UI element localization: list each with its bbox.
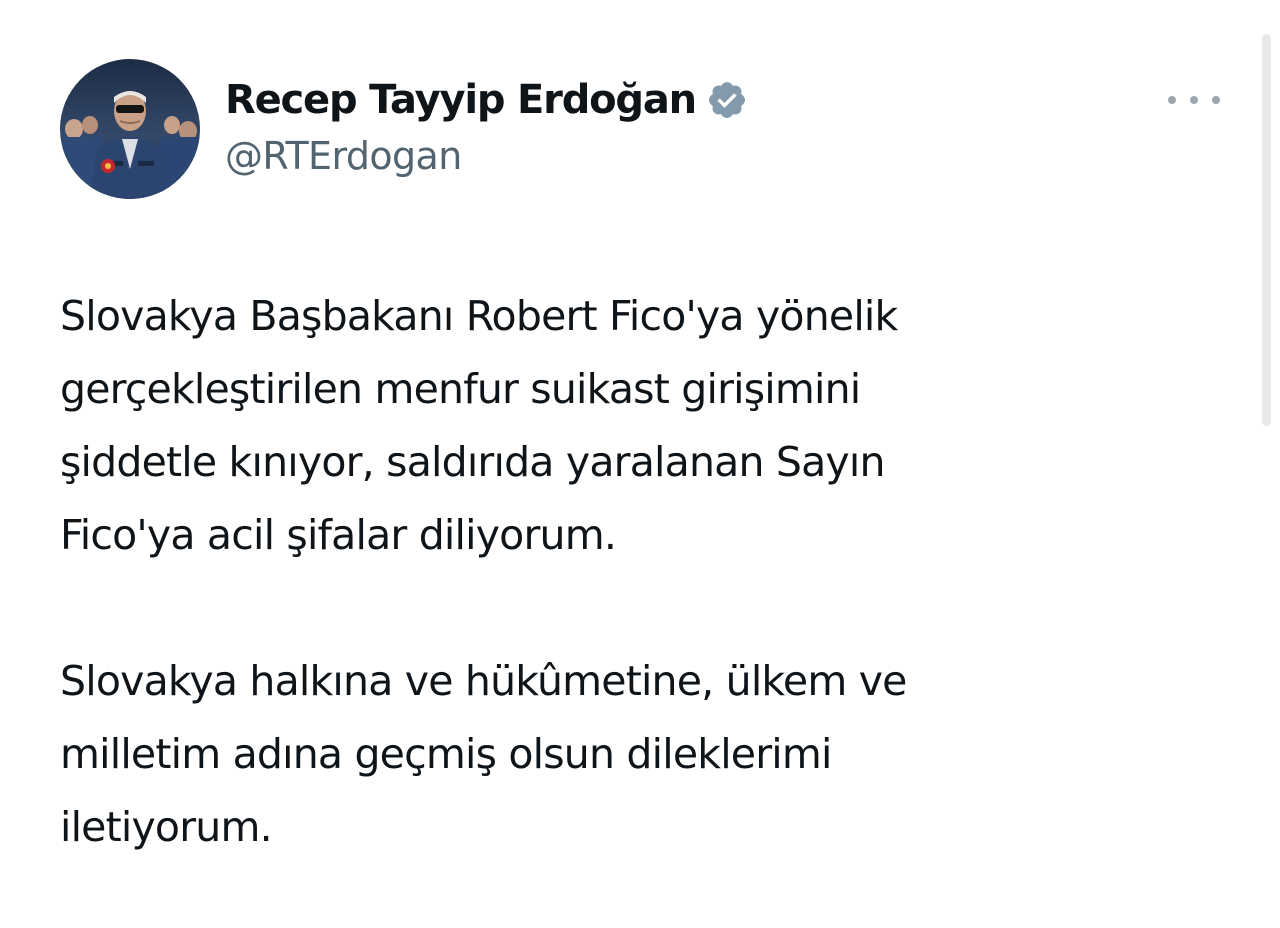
tweet-line: milletim adına geçmiş olsun dileklerimi (60, 730, 832, 778)
tweet-text: Slovakya Başbakanı Robert Fico'ya yöneli… (60, 280, 1160, 864)
avatar[interactable] (60, 59, 200, 199)
user-handle[interactable]: @RTErdogan (225, 134, 462, 178)
tweet-line: Fico'ya acil şifalar diliyorum. (60, 511, 617, 559)
verified-badge-icon[interactable] (706, 79, 748, 121)
author-name-row[interactable]: Recep Tayyip Erdoğan (225, 72, 748, 128)
tweet-card: Recep Tayyip Erdoğan @RTErdogan Slovakya… (0, 0, 1280, 928)
more-dot (1212, 96, 1220, 104)
more-dot (1168, 96, 1176, 104)
tweet-line: şiddetle kınıyor, saldırıda yaralanan Sa… (60, 438, 885, 486)
avatar-photo (60, 59, 200, 199)
tweet-line: gerçekleştirilen menfur suikast girişimi… (60, 365, 861, 413)
scrollbar[interactable] (1262, 34, 1271, 426)
tweet-paragraph: Slovakya halkına ve hükûmetine, ülkem ve… (60, 645, 1160, 864)
more-dot (1190, 96, 1198, 104)
tweet-line: Slovakya halkına ve hükûmetine, ülkem ve (60, 657, 907, 705)
more-options-icon[interactable] (1168, 88, 1220, 112)
tweet-paragraph: Slovakya Başbakanı Robert Fico'ya yöneli… (60, 280, 1160, 572)
tweet-line: iletiyorum. (60, 803, 273, 851)
tweet-line: Slovakya Başbakanı Robert Fico'ya yöneli… (60, 292, 898, 340)
display-name[interactable]: Recep Tayyip Erdoğan (225, 77, 697, 123)
